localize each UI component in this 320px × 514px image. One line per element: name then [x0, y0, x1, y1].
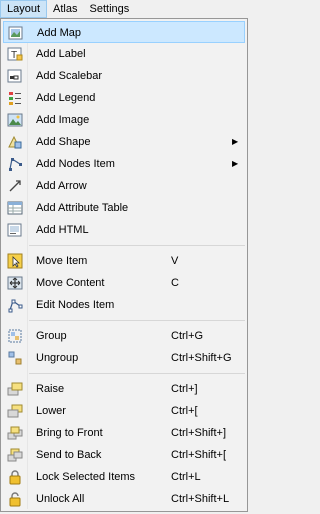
submenu-arrow-icon: ▶ [232, 159, 239, 168]
add-arrow-label: Add Arrow [36, 180, 87, 192]
lock-selected-items-item[interactable]: Lock Selected Items Ctrl+L [3, 466, 245, 488]
move-content-item[interactable]: Move Content C [3, 272, 245, 294]
separator [29, 245, 245, 246]
bring-to-front-label: Bring to Front [36, 427, 103, 439]
bring-to-front-item[interactable]: Bring to Front Ctrl+Shift+] [3, 422, 245, 444]
unlock-all-shortcut: Ctrl+Shift+L [171, 493, 230, 505]
ungroup-item[interactable]: Ungroup Ctrl+Shift+G [3, 347, 245, 369]
menu-layout[interactable]: Layout [0, 0, 48, 18]
move-item-icon [7, 253, 23, 269]
move-content-shortcut: C [171, 277, 179, 289]
edit-nodes-item[interactable]: Edit Nodes Item [3, 294, 245, 316]
add-attribute-table-item[interactable]: Add Attribute Table [3, 197, 245, 219]
bring-to-front-shortcut: Ctrl+Shift+] [171, 427, 227, 439]
add-nodes-item[interactable]: Add Nodes Item ▶ [3, 153, 245, 175]
group-label: Group [36, 330, 67, 342]
lower-label: Lower [36, 405, 66, 417]
lower-shortcut: Ctrl+[ [171, 405, 198, 417]
send-to-back-item[interactable]: Send to Back Ctrl+Shift+[ [3, 444, 245, 466]
send-to-back-icon [7, 447, 23, 463]
lower-item[interactable]: Lower Ctrl+[ [3, 400, 245, 422]
raise-item[interactable]: Raise Ctrl+] [3, 378, 245, 400]
edit-nodes-icon [7, 297, 23, 313]
add-arrow-item[interactable]: Add Arrow [3, 175, 245, 197]
group-icon [7, 328, 23, 344]
lock-selected-items-label: Lock Selected Items [36, 471, 136, 483]
add-label-label: Add Label [36, 48, 86, 60]
nodes-icon [7, 156, 23, 172]
html-icon [7, 222, 23, 238]
move-item-item[interactable]: Move Item V [3, 250, 245, 272]
add-image-item[interactable]: Add Image [3, 109, 245, 131]
move-item-label: Move Item [36, 255, 88, 267]
add-shape-item[interactable]: Add Shape ▶ [3, 131, 245, 153]
separator [29, 373, 245, 374]
add-label-icon: T [7, 46, 23, 62]
add-scalebar-item[interactable]: Add Scalebar [3, 65, 245, 87]
shape-icon [7, 134, 23, 150]
raise-label: Raise [36, 383, 65, 395]
add-html-label: Add HTML [36, 224, 89, 236]
table-icon [7, 200, 23, 216]
menu-bar: Layout Atlas Settings [0, 0, 252, 18]
move-content-label: Move Content [36, 277, 105, 289]
raise-shortcut: Ctrl+] [171, 383, 198, 395]
add-attribute-table-label: Add Attribute Table [36, 202, 129, 214]
layout-dropdown-menu: Add Map T Add Label Add Scalebar Add Leg… [0, 18, 248, 512]
add-legend-item[interactable]: Add Legend [3, 87, 245, 109]
add-shape-label: Add Shape [36, 136, 91, 148]
add-nodes-item-label: Add Nodes Item [36, 158, 115, 170]
submenu-arrow-icon: ▶ [232, 137, 239, 146]
scalebar-icon [7, 68, 23, 84]
send-to-back-label: Send to Back [36, 449, 102, 461]
move-content-icon [7, 275, 23, 291]
lock-icon [7, 469, 23, 485]
add-html-item[interactable]: Add HTML [3, 219, 245, 241]
image-icon [7, 112, 23, 128]
legend-icon [7, 90, 23, 106]
raise-icon [7, 381, 23, 397]
menu-atlas[interactable]: Atlas [47, 0, 83, 18]
ungroup-label: Ungroup [36, 352, 79, 364]
add-label-item[interactable]: T Add Label [3, 43, 245, 65]
group-shortcut: Ctrl+G [171, 330, 204, 342]
lower-icon [7, 403, 23, 419]
add-map-icon [8, 25, 24, 41]
svg-text:T: T [11, 50, 17, 61]
move-item-shortcut: V [171, 255, 179, 267]
menu-settings[interactable]: Settings [84, 0, 136, 18]
lock-selected-items-shortcut: Ctrl+L [171, 471, 201, 483]
separator [29, 320, 245, 321]
add-image-label: Add Image [36, 114, 90, 126]
add-map-item[interactable]: Add Map [3, 21, 245, 43]
add-map-label: Add Map [37, 27, 82, 39]
unlock-all-label: Unlock All [36, 493, 85, 505]
add-scalebar-label: Add Scalebar [36, 70, 103, 82]
ungroup-icon [7, 350, 23, 366]
bring-to-front-icon [7, 425, 23, 441]
unlock-icon [7, 491, 23, 507]
send-to-back-shortcut: Ctrl+Shift+[ [171, 449, 227, 461]
ungroup-shortcut: Ctrl+Shift+G [171, 352, 232, 364]
unlock-all-item[interactable]: Unlock All Ctrl+Shift+L [3, 488, 245, 510]
arrow-icon [7, 178, 23, 194]
edit-nodes-item-label: Edit Nodes Item [36, 299, 115, 311]
add-legend-label: Add Legend [36, 92, 96, 104]
group-item[interactable]: Group Ctrl+G [3, 325, 245, 347]
